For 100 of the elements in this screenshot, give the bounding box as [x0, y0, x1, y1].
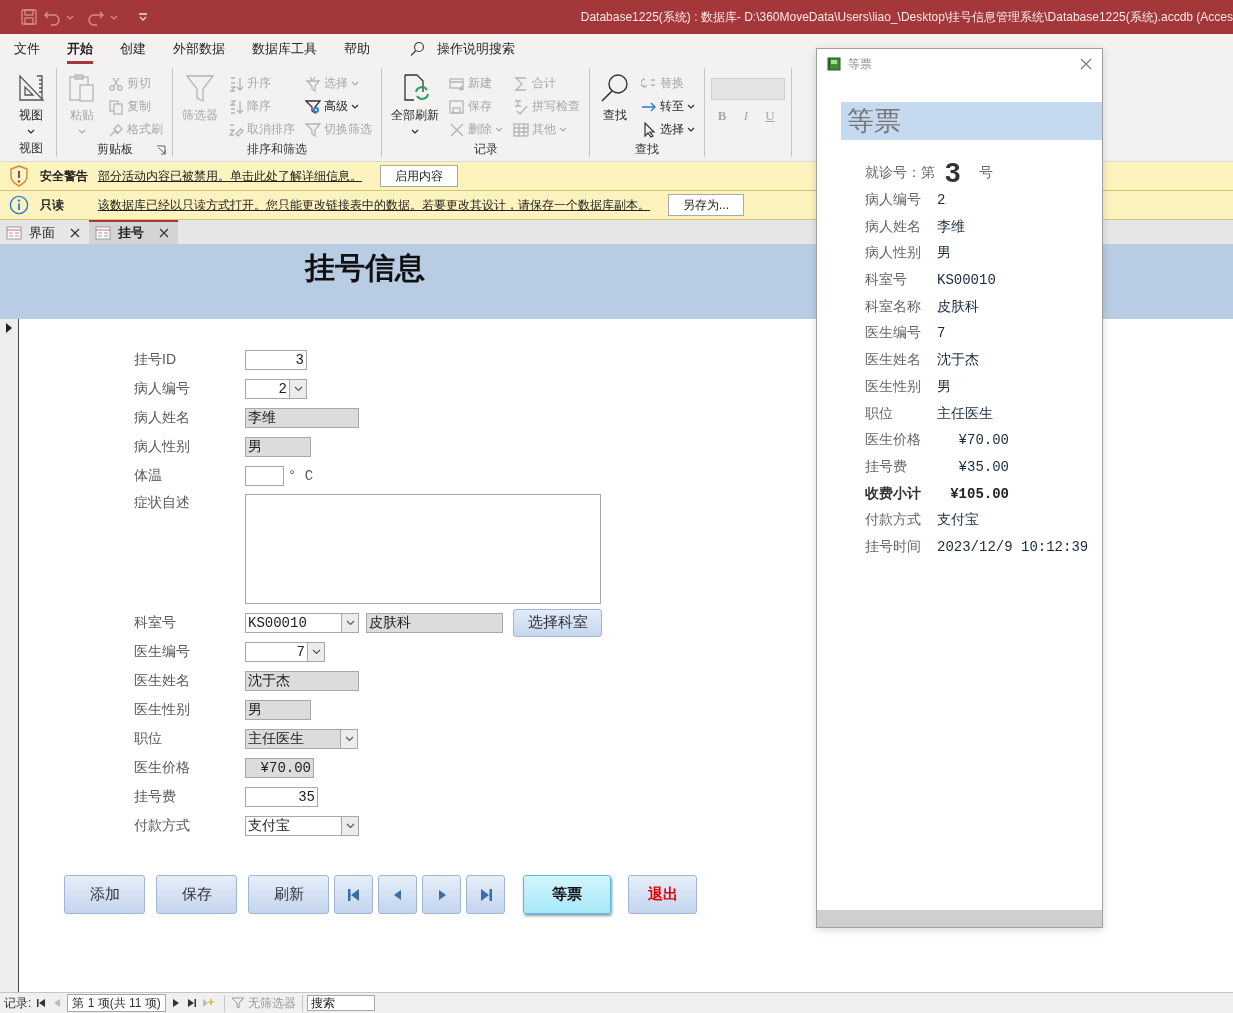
group-label: 查找: [635, 141, 659, 158]
menu-tab[interactable]: 外部数据: [173, 34, 225, 64]
field-value: 2023/12/9 10:12:39: [937, 538, 1089, 555]
menu-tab[interactable]: 数据库工具: [252, 34, 317, 64]
navigation-button[interactable]: [422, 875, 461, 914]
book-icon: [827, 57, 841, 71]
field-label: 付款方式: [865, 511, 922, 530]
save-icon[interactable]: [20, 8, 38, 26]
field-value: ¥105.00: [949, 485, 1009, 502]
window-title: 等票: [848, 55, 872, 73]
copy-icon: [108, 98, 124, 115]
close-icon[interactable]: [70, 228, 80, 238]
ribbon-button[interactable]: 选择: [638, 118, 698, 141]
record-position-field[interactable]: 第 1 项(共 11 项): [67, 994, 166, 1012]
last-record-icon[interactable]: [185, 997, 198, 1009]
search-field[interactable]: 搜索: [306, 995, 375, 1011]
dropdown-field[interactable]: KS00010: [245, 612, 359, 633]
first-record-icon[interactable]: [35, 997, 48, 1009]
record-selector[interactable]: [0, 319, 19, 992]
field-label: 挂号时间: [865, 537, 922, 556]
ticket-button[interactable]: 等票: [523, 875, 611, 914]
pointer-icon: [641, 121, 657, 138]
ribbon-button[interactable]: 转至: [638, 95, 698, 118]
dropdown-field[interactable]: 主任医生: [245, 728, 358, 749]
form-title: 挂号信息: [305, 251, 425, 284]
ribbon-button[interactable]: 高级: [302, 95, 375, 118]
field-label: 医生价格: [134, 758, 191, 777]
field-value: 男: [937, 377, 951, 396]
clear-sort-icon: [228, 121, 244, 138]
action-button[interactable]: 保存: [156, 875, 237, 914]
exit-button[interactable]: 退出: [628, 875, 697, 914]
chevron-down-icon: [311, 648, 321, 655]
spell-check-icon: [513, 98, 529, 115]
text-field[interactable]: [245, 465, 284, 486]
message-link[interactable]: 部分活动内容已被禁用。单击此处了解详细信息。: [98, 167, 362, 185]
navigation-button[interactable]: [378, 875, 417, 914]
filter-label: 无筛选器: [247, 994, 296, 1012]
field-label: 医生编号: [134, 642, 191, 661]
field-value: ¥35.00: [957, 458, 1009, 475]
text-field[interactable]: 男: [245, 436, 311, 457]
menu-tab[interactable]: 文件: [14, 34, 40, 64]
text-field[interactable]: 3: [245, 349, 307, 370]
filter-selection-icon: [305, 75, 321, 92]
message-bar-button[interactable]: 启用内容: [380, 165, 458, 187]
message-link[interactable]: 该数据库已经以只读方式打开。您只能更改链接表中的数据。若要更改其设计，请保存一个数据库副本。: [98, 196, 650, 214]
field-label: 症状自述: [134, 494, 191, 512]
field-value: KS00010: [937, 272, 996, 289]
group-label: 排序和筛选: [247, 141, 307, 158]
dropdown-field[interactable]: 支付宝: [245, 815, 359, 836]
action-button[interactable]: 添加: [64, 875, 145, 914]
field-label: 职位: [134, 729, 163, 748]
funnel-icon: [184, 72, 216, 104]
font-name-field[interactable]: [711, 78, 785, 100]
text-field[interactable]: 35: [245, 786, 318, 807]
shield-warning-icon: [9, 165, 29, 187]
customize-icon[interactable]: [137, 11, 149, 23]
field-label: 医生姓名: [134, 671, 191, 690]
document-tab[interactable]: 界面: [0, 220, 89, 244]
action-button[interactable]: 刷新: [248, 875, 329, 914]
dialog-launcher-icon[interactable]: [156, 145, 166, 155]
field-label: 挂号ID: [134, 350, 177, 369]
ticket-number: 3: [945, 157, 962, 190]
text-field[interactable]: ¥70.00: [245, 757, 314, 778]
select-button[interactable]: 选择科室: [513, 608, 602, 637]
search-icon: [599, 72, 631, 104]
message-bar-button[interactable]: 另存为...: [668, 194, 744, 216]
record-pointer-icon: [5, 322, 13, 334]
delete-icon: [449, 121, 465, 138]
dropdown-field[interactable]: 7: [245, 641, 325, 662]
dropdown-field[interactable]: 2: [245, 378, 307, 399]
field-value: 李维: [937, 217, 965, 236]
caret-icon: [110, 14, 118, 20]
field-label: 病人姓名: [865, 217, 922, 236]
menu-tab[interactable]: 创建: [120, 34, 146, 64]
text-field[interactable]: 男: [245, 699, 311, 720]
tell-me-search[interactable]: 操作说明搜索: [409, 40, 515, 58]
text-field[interactable]: 李维: [245, 407, 359, 428]
navigation-button[interactable]: [334, 875, 373, 914]
text-field[interactable]: 皮肤科: [366, 612, 503, 633]
chevron-down-icon: [345, 619, 355, 626]
text-area[interactable]: [245, 494, 601, 604]
close-icon[interactable]: [159, 228, 169, 238]
new-record-icon: [449, 75, 465, 92]
menu-tab[interactable]: 帮助: [344, 34, 370, 64]
close-icon[interactable]: [1080, 58, 1092, 70]
text-field[interactable]: 沈于杰: [245, 670, 359, 691]
field-value: 沈于杰: [937, 351, 979, 370]
scrollbar[interactable]: [817, 910, 1102, 927]
field-value: 皮肤科: [937, 297, 979, 316]
ribbon-button[interactable]: 视图: [12, 72, 50, 134]
ribbon-button[interactable]: 查找: [596, 72, 634, 124]
funnel-gear-icon: [305, 98, 321, 115]
field-label: 科室名称: [865, 297, 922, 316]
field-label: 挂号费: [865, 457, 908, 476]
search-icon: [409, 41, 425, 57]
ribbon-button[interactable]: 全部刷新: [388, 72, 442, 134]
navigation-button[interactable]: [466, 875, 505, 914]
field-label: 医生性别: [134, 700, 191, 719]
document-tab[interactable]: 挂号: [89, 220, 178, 244]
group-label: 记录: [473, 141, 498, 158]
